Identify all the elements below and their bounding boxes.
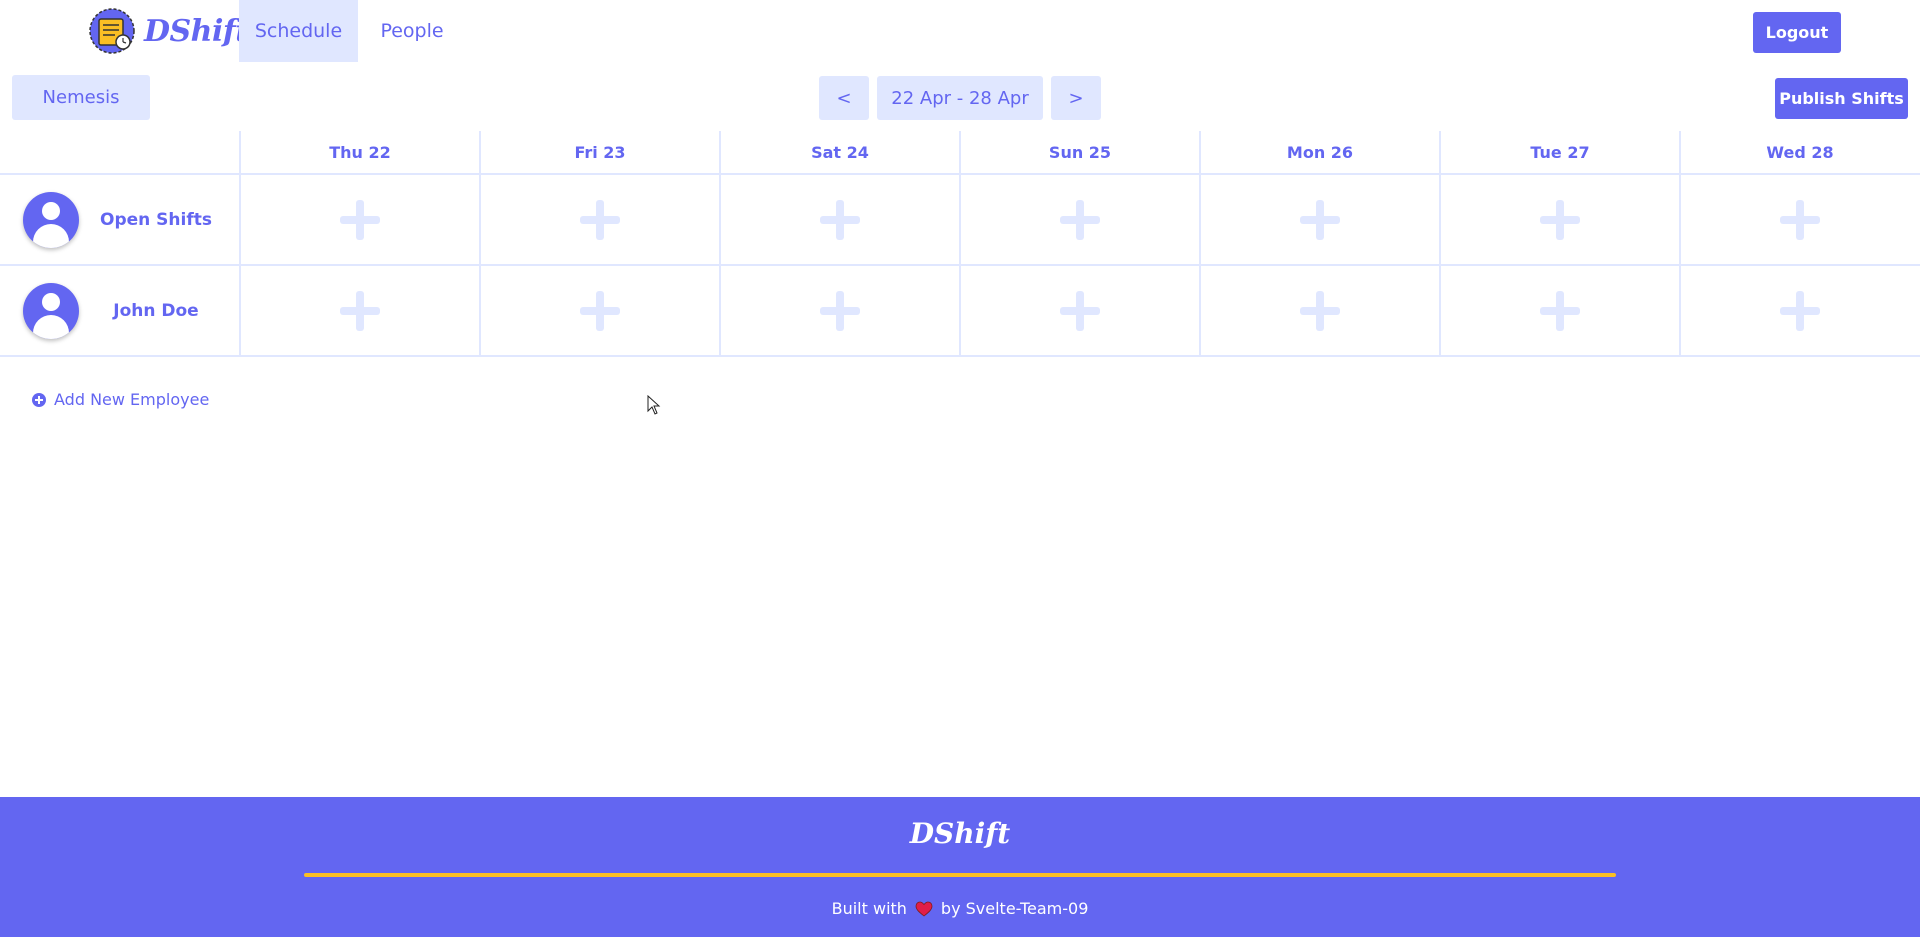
row-label-cell: Open Shifts [0,175,239,264]
add-shift-plus-icon[interactable] [820,290,860,331]
day-header: Tue 27 [1439,131,1679,173]
day-header: Wed 28 [1679,131,1919,173]
tab-schedule-label: Schedule [254,20,343,42]
day-header: Fri 23 [479,131,719,173]
day-header: Thu 22 [239,131,479,173]
shift-cell[interactable] [479,266,719,355]
prev-week-button[interactable]: < [819,76,869,120]
add-shift-plus-icon[interactable] [1780,199,1820,240]
shift-cell[interactable] [1199,266,1439,355]
schedule-logo-icon [89,8,135,54]
top-nav: DShift Schedule People Logout [0,0,1920,62]
footer-brand-name: DShift [909,817,1011,850]
user-avatar-icon [23,283,79,339]
schedule-grid: Thu 22 Fri 23 Sat 24 Sun 25 Mon 26 Tue 2… [0,131,1920,357]
logout-button[interactable]: Logout [1753,12,1841,53]
add-shift-plus-icon[interactable] [1540,290,1580,331]
publish-shifts-button[interactable]: Publish Shifts [1775,78,1908,119]
add-shift-plus-icon[interactable] [1540,199,1580,240]
footer-credit: Built with by Svelte-Team-09 [0,899,1920,918]
day-header: Sat 24 [719,131,959,173]
footer: DShift Built with by Svelte-Team-09 [0,797,1920,937]
brand-name: DShift [144,13,249,49]
shift-cell[interactable] [719,266,959,355]
day-header-row: Thu 22 Fri 23 Sat 24 Sun 25 Mon 26 Tue 2… [0,131,1920,175]
header-corner [0,131,239,173]
add-shift-plus-icon[interactable] [340,199,380,240]
add-shift-plus-icon[interactable] [1060,199,1100,240]
add-shift-plus-icon[interactable] [580,199,620,240]
mouse-pointer-icon [647,395,661,415]
add-shift-plus-icon[interactable] [340,290,380,331]
tab-people-label: People [380,20,444,42]
heart-icon [915,901,933,917]
schedule-row-john-doe: John Doe [0,266,1920,357]
row-label-cell: John Doe [0,266,239,355]
shift-cell[interactable] [959,175,1199,264]
row-name: John Doe [113,300,199,321]
credit-prefix: Built with [831,899,907,918]
footer-divider [304,873,1616,877]
schedule-row-open-shifts: Open Shifts [0,175,1920,266]
day-header: Mon 26 [1199,131,1439,173]
shift-cell[interactable] [959,266,1199,355]
date-range-label: 22 Apr - 28 Apr [877,76,1043,120]
shift-cell[interactable] [239,175,479,264]
add-shift-plus-icon[interactable] [1780,290,1820,331]
shift-cell[interactable] [479,175,719,264]
credit-suffix: by Svelte-Team-09 [940,899,1089,918]
day-header: Sun 25 [959,131,1199,173]
add-new-employee-link[interactable]: Add New Employee [32,390,209,409]
location-selector-button[interactable]: Nemesis [12,75,150,120]
add-new-employee-label: Add New Employee [54,390,210,409]
shift-cell[interactable] [719,175,959,264]
tab-schedule[interactable]: Schedule [239,0,358,62]
next-week-button[interactable]: > [1051,76,1101,120]
row-name: Open Shifts [100,209,212,230]
add-shift-plus-icon[interactable] [1060,290,1100,331]
shift-cell[interactable] [1679,266,1919,355]
shift-cell[interactable] [239,266,479,355]
plus-circle-icon [32,392,46,407]
shift-cell[interactable] [1679,175,1919,264]
add-shift-plus-icon[interactable] [1300,290,1340,331]
add-shift-plus-icon[interactable] [580,290,620,331]
shift-cell[interactable] [1439,266,1679,355]
add-shift-plus-icon[interactable] [1300,199,1340,240]
tab-people[interactable]: People [366,0,458,62]
shift-cell[interactable] [1439,175,1679,264]
user-avatar-icon [23,192,79,248]
add-shift-plus-icon[interactable] [820,199,860,240]
brand-logo[interactable]: DShift [88,6,249,56]
shift-cell[interactable] [1199,175,1439,264]
